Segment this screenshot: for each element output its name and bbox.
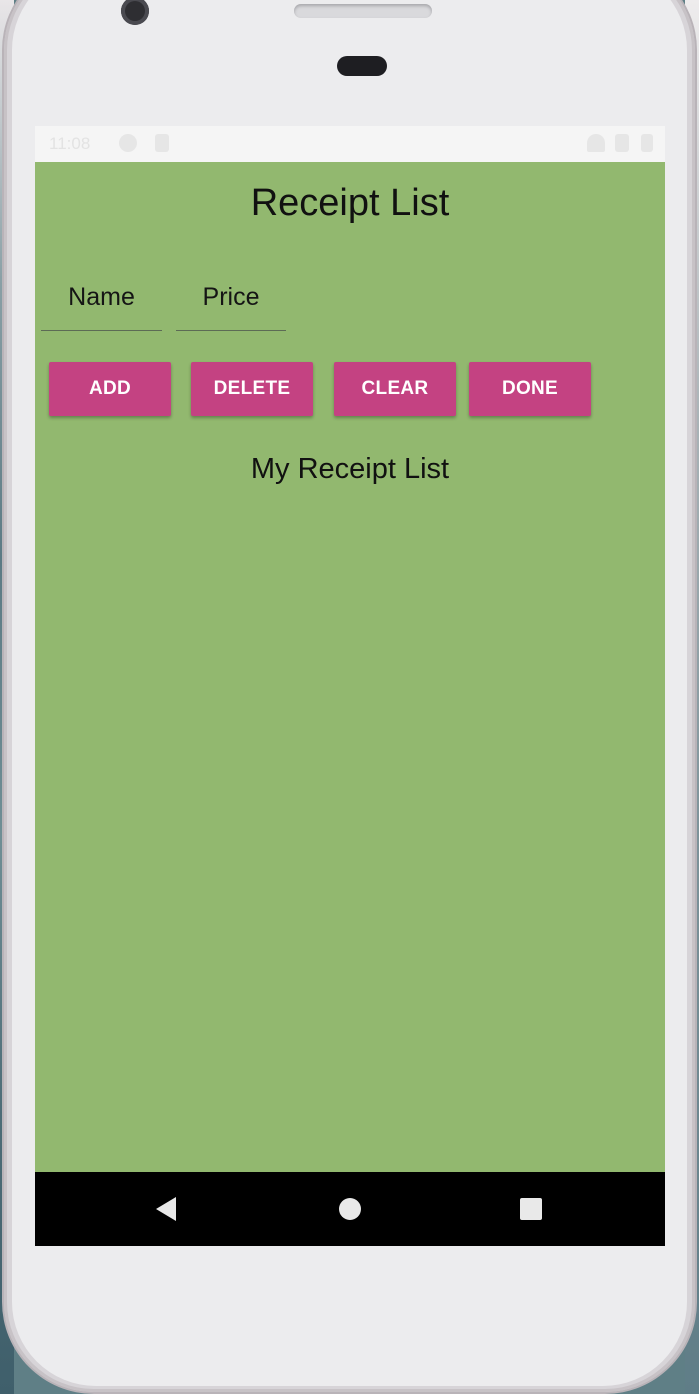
price-field[interactable] — [176, 274, 286, 331]
page-title: Receipt List — [250, 182, 450, 224]
name-input[interactable] — [41, 274, 162, 320]
home-button[interactable] — [335, 1194, 365, 1224]
proximity-sensor — [337, 56, 387, 76]
recents-button[interactable] — [516, 1194, 546, 1224]
delete-button[interactable]: DELETE — [191, 362, 313, 416]
status-time: 11:08 — [49, 134, 91, 153]
list-title: My Receipt List — [250, 453, 450, 485]
clear-button[interactable]: CLEAR — [334, 362, 456, 416]
home-circle-icon — [339, 1198, 361, 1220]
wifi-icon — [587, 134, 605, 152]
add-button[interactable]: ADD — [49, 362, 171, 416]
done-button[interactable]: DONE — [469, 362, 591, 416]
name-field[interactable] — [41, 274, 162, 331]
front-camera-icon — [121, 0, 149, 25]
notification-icon — [119, 134, 137, 152]
status-bar: 11:08 — [35, 126, 665, 162]
back-triangle-icon — [156, 1197, 176, 1221]
app-screen: 11:08 Receipt List ADD DELETE CLEAR DONE… — [35, 126, 665, 1246]
recents-square-icon — [520, 1198, 542, 1220]
price-input[interactable] — [176, 274, 286, 320]
navigation-bar — [35, 1172, 665, 1246]
back-button[interactable] — [151, 1194, 181, 1224]
battery-icon — [641, 134, 653, 152]
signal-icon — [615, 134, 629, 152]
sd-card-icon — [155, 134, 169, 152]
earpiece-speaker — [294, 4, 432, 18]
